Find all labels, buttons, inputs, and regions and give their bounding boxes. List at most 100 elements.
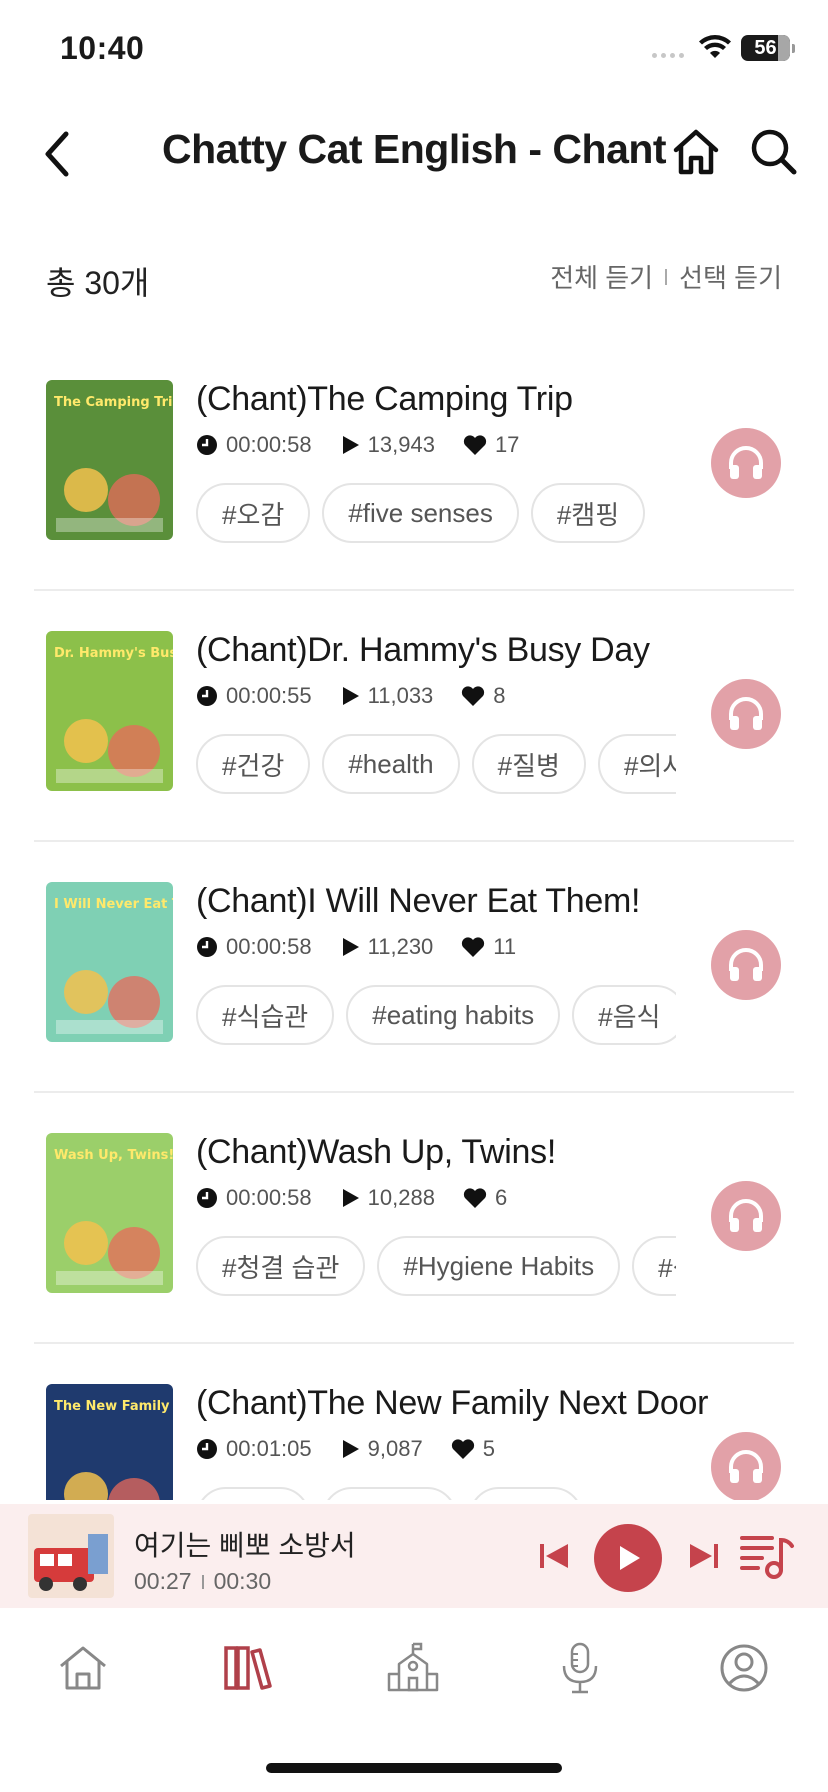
- play-icon: [620, 1546, 640, 1570]
- like-count: 11: [493, 934, 517, 959]
- book-cover: I Will Never Eat Them!: [46, 882, 173, 1042]
- item-meta: 00:01:05 9,087 5: [196, 1436, 523, 1462]
- list-item[interactable]: I Will Never Eat Them! (Chant)I Will Nev…: [34, 842, 794, 1093]
- play-count-icon: [342, 1440, 359, 1458]
- profile-tab-icon[interactable]: [716, 1640, 772, 1696]
- player-title: 여기는 삐뽀 소방서: [134, 1530, 356, 1561]
- divider: [201, 1574, 204, 1589]
- cover-title: The New Family Next Door: [54, 1399, 173, 1414]
- page-title: Chatty Cat English - Chant: [162, 126, 667, 172]
- like-count: 8: [493, 683, 506, 708]
- like-count: 6: [494, 1185, 508, 1210]
- book-cover: The Camping Trip: [46, 380, 173, 540]
- headphones-icon: [729, 1199, 763, 1232]
- tag-chip[interactable]: #질병: [471, 734, 586, 794]
- tag-list: #청결 습관#Hygiene Habits#생활: [196, 1236, 676, 1298]
- tag-chip[interactable]: #건강: [196, 734, 311, 794]
- tag-chip[interactable]: #식습관: [196, 985, 335, 1045]
- listen-button[interactable]: [711, 1432, 781, 1500]
- library-tab-icon[interactable]: [220, 1640, 276, 1696]
- previous-icon[interactable]: [534, 1536, 574, 1576]
- tag-chip[interactable]: #우주: [468, 1487, 583, 1500]
- like-count: 17: [494, 432, 520, 457]
- list-item[interactable]: The Camping Trip (Chant)The Camping Trip…: [34, 340, 794, 591]
- tag-chip[interactable]: #health: [322, 734, 460, 794]
- microphone-tab-icon[interactable]: [552, 1640, 608, 1696]
- duration: 00:01:05: [226, 1436, 312, 1461]
- tag-chip[interactable]: #음식: [572, 985, 676, 1045]
- list-item[interactable]: Dr. Hammy's Busy Day (Chant)Dr. Hammy's …: [34, 591, 794, 842]
- home-tab-icon[interactable]: [55, 1640, 111, 1696]
- tag-chip[interactable]: #청결 습관: [196, 1236, 366, 1296]
- item-meta: 00:00:58 11,230 11: [196, 934, 544, 960]
- heart-icon: [462, 937, 485, 957]
- tag-chip[interactable]: #eating habits: [346, 985, 561, 1045]
- divider: [665, 268, 668, 285]
- tag-chip[interactable]: #오감: [196, 483, 311, 543]
- item-title[interactable]: (Chant)Dr. Hammy's Busy Day: [196, 631, 716, 670]
- total-count: 총 30개: [46, 265, 150, 301]
- tag-chip[interactable]: #의사: [597, 734, 676, 794]
- player-time: 00:27 00:30: [134, 1568, 271, 1595]
- school-tab-icon[interactable]: [385, 1640, 441, 1696]
- heart-icon: [463, 1188, 487, 1208]
- listen-button[interactable]: [711, 679, 781, 749]
- headphones-icon: [729, 697, 763, 730]
- cover-title: The Camping Trip: [54, 395, 173, 410]
- list-item[interactable]: The New Family Next Door (Chant)The New …: [34, 1344, 794, 1500]
- wifi-icon: [699, 35, 731, 58]
- book-cover: Dr. Hammy's Busy Day: [46, 631, 173, 791]
- duration: 00:00:58: [226, 934, 312, 959]
- back-icon[interactable]: [38, 128, 78, 180]
- item-title[interactable]: (Chant)Wash Up, Twins!: [196, 1133, 716, 1172]
- battery-level: 56: [754, 36, 777, 59]
- play-count: 10,288: [367, 1185, 435, 1210]
- play-all-button[interactable]: 전체 듣기: [550, 258, 653, 295]
- playlist-icon[interactable]: [740, 1530, 796, 1582]
- tab-bar: [0, 1608, 828, 1728]
- next-icon[interactable]: [684, 1536, 724, 1576]
- play-selected-button[interactable]: 선택 듣기: [679, 258, 782, 295]
- status-bar: 10:40 56: [0, 0, 828, 100]
- tag-chip[interactable]: #Hygiene Habits: [377, 1236, 621, 1296]
- play-count-icon: [342, 436, 359, 454]
- tag-list: #오감 #five senses #캠핑: [196, 483, 676, 545]
- headphones-icon: [729, 1450, 763, 1483]
- play-button[interactable]: [594, 1524, 662, 1592]
- list-item[interactable]: Wash Up, Twins! (Chant)Wash Up, Twins! 0…: [34, 1093, 794, 1344]
- clock-icon: [197, 435, 217, 455]
- header: Chatty Cat English - Chant: [0, 110, 828, 194]
- listen-button[interactable]: [711, 428, 781, 498]
- tag-chip[interactable]: #캠핑: [530, 483, 646, 543]
- player-thumbnail: [28, 1514, 114, 1598]
- item-title[interactable]: (Chant)I Will Never Eat Them!: [196, 882, 716, 921]
- mini-player[interactable]: 여기는 삐뽀 소방서 00:27 00:30: [0, 1504, 828, 1608]
- home-indicator: [266, 1763, 562, 1773]
- listen-button[interactable]: [711, 1181, 781, 1251]
- listen-actions: 전체 듣기 선택 듣기: [550, 258, 782, 295]
- clock-icon: [197, 1188, 217, 1208]
- tag-chip[interactable]: #이웃: [196, 1487, 311, 1500]
- current-time: 00:27: [134, 1568, 192, 1594]
- search-icon[interactable]: [748, 126, 800, 178]
- tag-list: #식습관 #eating habits #음식: [196, 985, 676, 1047]
- like-count: 5: [482, 1436, 495, 1461]
- play-count-icon: [342, 1189, 359, 1207]
- duration: 00:00:58: [226, 1185, 312, 1210]
- tag-chip[interactable]: #생활: [632, 1236, 676, 1296]
- tag-chip[interactable]: #family: [322, 1487, 457, 1500]
- play-count: 9,087: [367, 1436, 423, 1461]
- item-title[interactable]: (Chant)The New Family Next Door: [196, 1384, 716, 1423]
- book-cover: The New Family Next Door: [46, 1384, 173, 1500]
- chant-list: The Camping Trip (Chant)The Camping Trip…: [34, 340, 794, 1500]
- battery-icon: 56: [741, 35, 795, 61]
- tag-list: #이웃 #family #우주: [196, 1487, 676, 1500]
- signal-icon: [652, 53, 684, 58]
- home-icon[interactable]: [670, 126, 722, 178]
- play-count: 11,230: [367, 934, 434, 959]
- clock-icon: [197, 937, 217, 957]
- listen-button[interactable]: [711, 930, 781, 1000]
- cover-title: I Will Never Eat Them!: [54, 897, 173, 912]
- item-title[interactable]: (Chant)The Camping Trip: [196, 380, 716, 419]
- tag-chip[interactable]: #five senses: [322, 483, 519, 543]
